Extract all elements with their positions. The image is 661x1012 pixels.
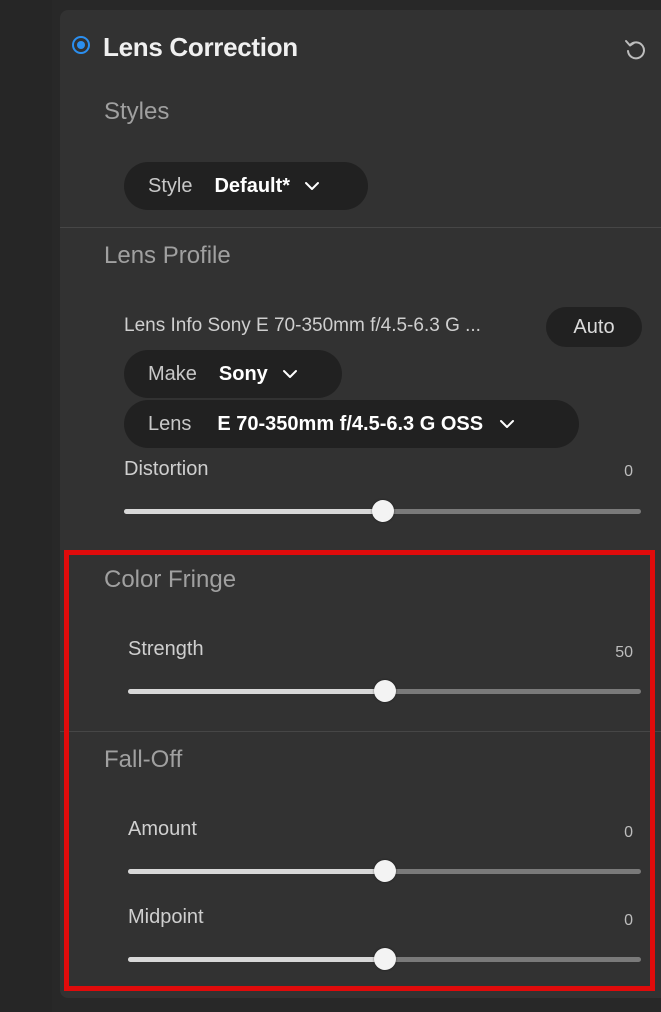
radio-selected-icon[interactable] xyxy=(72,36,90,54)
make-label: Make xyxy=(148,362,197,385)
chevron-down-icon xyxy=(282,370,297,378)
chevron-down-icon xyxy=(500,420,515,428)
lens-dropdown[interactable]: Lens E 70-350mm f/4.5-6.3 G OSS xyxy=(124,400,579,448)
chevron-down-icon xyxy=(305,182,320,190)
auto-button[interactable]: Auto xyxy=(546,307,642,347)
undo-icon[interactable] xyxy=(623,36,649,62)
distortion-label: Distortion xyxy=(124,458,209,480)
section-title-lens-profile: Lens Profile xyxy=(104,242,231,269)
panel-header: Lens Correction xyxy=(60,10,661,82)
style-value: Default* xyxy=(214,174,291,197)
left-sidebar-strip xyxy=(0,0,52,1012)
distortion-value: 0 xyxy=(624,463,633,480)
divider xyxy=(60,227,661,228)
style-label: Style xyxy=(148,174,193,197)
slider-fill xyxy=(124,509,383,514)
make-dropdown[interactable]: Make Sony xyxy=(124,350,342,398)
section-title-styles: Styles xyxy=(104,98,170,125)
panel-title: Lens Correction xyxy=(103,32,298,62)
slider-thumb[interactable] xyxy=(371,500,394,522)
distortion-slider[interactable] xyxy=(124,499,641,523)
style-dropdown[interactable]: Style Default* xyxy=(124,162,368,210)
highlight-box xyxy=(64,550,655,991)
lens-info-text: Lens Info Sony E 70-350mm f/4.5-6.3 G ..… xyxy=(124,315,481,336)
lens-value: E 70-350mm f/4.5-6.3 G OSS xyxy=(217,412,484,435)
make-value: Sony xyxy=(218,362,268,385)
lens-label: Lens xyxy=(148,412,192,435)
